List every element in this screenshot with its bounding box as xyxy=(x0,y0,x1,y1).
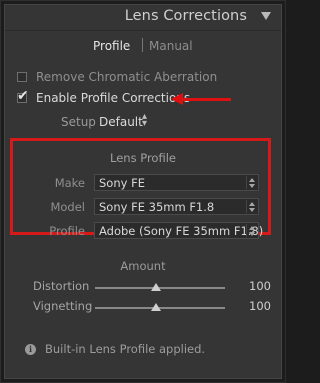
make-value: Sony FE xyxy=(99,176,145,190)
setup-label: Setup xyxy=(61,115,96,129)
vignetting-value[interactable]: 100 xyxy=(249,299,271,313)
make-label: Make xyxy=(54,176,85,190)
lens-corrections-panel: Lens Corrections Profile Manual Remove C… xyxy=(4,4,282,379)
tab-bar: Profile Manual xyxy=(5,38,281,57)
setup-dropdown[interactable]: Default xyxy=(99,115,143,129)
profile-stepper-icon xyxy=(246,224,255,237)
checkmark-icon: ✔ xyxy=(17,88,29,104)
info-message: Built-in Lens Profile applied. xyxy=(45,342,206,356)
profile-label: Profile xyxy=(49,224,85,238)
panel-title: Lens Corrections xyxy=(124,8,247,24)
tab-divider xyxy=(142,38,143,52)
info-icon: i xyxy=(25,344,36,355)
tab-manual[interactable]: Manual xyxy=(149,39,193,53)
profile-select[interactable]: Adobe (Sony FE 35mm F1.8) xyxy=(94,222,263,239)
remove-chromatic-aberration-checkbox[interactable] xyxy=(17,72,27,82)
collapse-triangle-icon[interactable] xyxy=(261,12,271,20)
panel-header[interactable]: Lens Corrections xyxy=(5,5,281,31)
model-select[interactable]: Sony FE 35mm F1.8 xyxy=(94,198,259,215)
setup-stepper-icon[interactable]: ▴ ▾ xyxy=(142,112,147,129)
model-value: Sony FE 35mm F1.8 xyxy=(99,200,215,214)
tab-profile[interactable]: Profile xyxy=(93,39,130,53)
lens-profile-heading: Lens Profile xyxy=(110,151,176,165)
enable-profile-corrections-checkbox[interactable]: ✔ xyxy=(17,89,29,103)
model-label: Model xyxy=(50,200,85,214)
vignetting-label: Vignetting xyxy=(33,299,93,313)
enable-profile-corrections-label: Enable Profile Corrections xyxy=(36,91,191,105)
profile-value: Adobe (Sony FE 35mm F1.8) xyxy=(99,224,264,238)
make-select[interactable]: Sony FE xyxy=(94,174,259,191)
make-stepper-icon xyxy=(246,176,255,189)
distortion-value[interactable]: 100 xyxy=(249,279,271,293)
vignetting-slider-thumb[interactable] xyxy=(151,303,161,311)
model-stepper-icon xyxy=(246,200,255,213)
amount-heading: Amount xyxy=(120,259,166,273)
distortion-label: Distortion xyxy=(33,279,90,293)
remove-chromatic-aberration-label: Remove Chromatic Aberration xyxy=(36,70,218,84)
distortion-slider-thumb[interactable] xyxy=(151,283,161,291)
red-arrow-annotation xyxy=(181,98,231,101)
